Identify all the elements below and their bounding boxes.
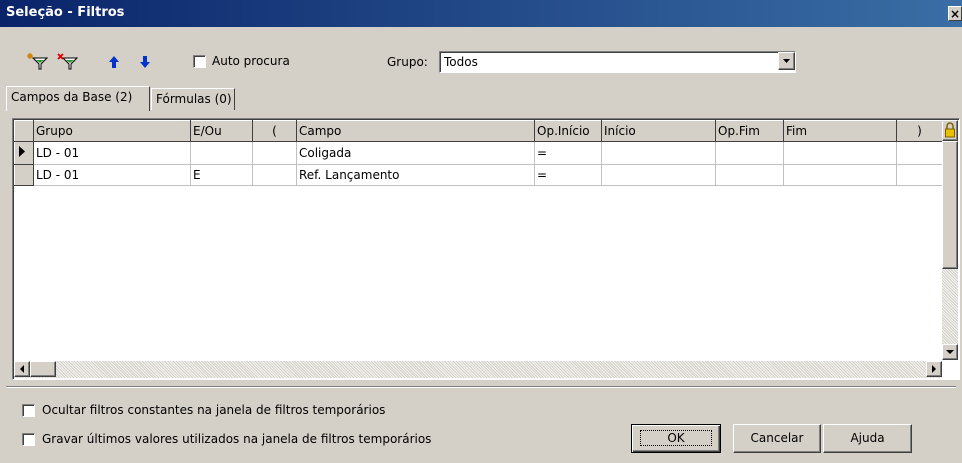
arrow-down-icon	[946, 350, 954, 354]
column-header-op-fim[interactable]: Op.Fim	[715, 120, 784, 142]
close-button[interactable]: ×	[948, 6, 962, 21]
arrow-right-icon	[932, 365, 936, 373]
column-header-fim[interactable]: Fim	[783, 120, 897, 142]
auto-search-checkbox[interactable]	[193, 55, 206, 68]
cell-close-paren[interactable]	[896, 164, 943, 186]
cell-campo[interactable]: Coligada	[296, 141, 535, 165]
cell-op-fim[interactable]	[715, 141, 784, 165]
scroll-down-button[interactable]	[942, 344, 958, 360]
cell-op-inicio[interactable]: =	[534, 141, 602, 165]
tab-campos-da-base[interactable]: Campos da Base (2)	[6, 86, 150, 111]
current-row-pointer-icon	[19, 146, 25, 157]
cell-inicio[interactable]	[601, 164, 716, 186]
cell-fim[interactable]	[783, 164, 897, 186]
arrow-left-icon	[20, 365, 24, 373]
lock-button[interactable]	[942, 120, 958, 141]
cell-op-inicio[interactable]: =	[534, 164, 602, 186]
filters-table: Grupo E/Ou ( Campo Op.Início Início Op.F…	[14, 120, 943, 186]
hide-constant-filters-label: Ocultar filtros constantes na janela de …	[42, 403, 386, 417]
column-header-e-ou[interactable]: E/Ou	[190, 120, 253, 142]
table-row[interactable]: LD - 01 E Ref. Lançamento =	[14, 164, 943, 186]
cell-e-ou[interactable]	[190, 141, 253, 165]
save-last-values-checkbox[interactable]	[22, 433, 35, 446]
group-label: Grupo:	[387, 55, 428, 69]
save-last-values-label: Gravar últimos valores utilizados na jan…	[42, 432, 432, 446]
filters-grid: Grupo E/Ou ( Campo Op.Início Início Op.F…	[12, 118, 960, 380]
vertical-scroll-thumb[interactable]	[942, 141, 958, 269]
group-select[interactable]: Todos	[439, 51, 796, 73]
cell-inicio[interactable]	[601, 141, 716, 165]
column-header-inicio[interactable]: Início	[601, 120, 716, 142]
horizontal-scrollbar[interactable]	[14, 361, 942, 378]
scroll-right-button[interactable]	[926, 361, 942, 377]
chevron-down-icon	[783, 59, 790, 63]
row-indicator[interactable]	[14, 164, 34, 186]
group-select-dropdown-button[interactable]	[778, 52, 795, 70]
column-header-close-paren[interactable]: )	[896, 120, 943, 142]
help-button[interactable]: Ajuda	[823, 424, 912, 453]
cancel-button[interactable]: Cancelar	[733, 424, 821, 453]
hide-constant-filters-checkbox[interactable]	[22, 404, 35, 417]
cell-open-paren[interactable]	[252, 164, 297, 186]
column-header-grupo[interactable]: Grupo	[33, 120, 191, 142]
move-up-icon[interactable]	[108, 55, 120, 69]
column-header-campo[interactable]: Campo	[296, 120, 535, 142]
column-header-op-inicio[interactable]: Op.Início	[534, 120, 602, 142]
tab-formulas[interactable]: Fórmulas (0)	[151, 88, 235, 110]
cell-grupo[interactable]: LD - 01	[33, 141, 191, 165]
column-header-open-paren[interactable]: (	[252, 120, 297, 142]
move-down-icon[interactable]	[139, 55, 151, 69]
window-title: Seleção - Filtros	[6, 5, 125, 20]
auto-search-label: Auto procura	[212, 54, 290, 68]
separator	[6, 386, 956, 388]
cell-e-ou[interactable]: E	[190, 164, 253, 186]
cell-grupo[interactable]: LD - 01	[33, 164, 191, 186]
cell-campo[interactable]: Ref. Lançamento	[296, 164, 535, 186]
ok-button[interactable]: OK	[631, 424, 721, 453]
table-row[interactable]: LD - 01 Coligada =	[14, 141, 943, 165]
row-indicator-header	[14, 120, 34, 142]
title-bar: Seleção - Filtros ×	[0, 0, 962, 27]
group-select-value: Todos	[444, 55, 478, 69]
add-filter-icon[interactable]	[27, 53, 49, 71]
remove-filter-icon[interactable]	[57, 53, 79, 71]
vertical-scrollbar[interactable]	[942, 120, 958, 360]
cell-open-paren[interactable]	[252, 141, 297, 165]
lock-icon	[945, 122, 955, 138]
cell-close-paren[interactable]	[896, 141, 943, 165]
table-header-row: Grupo E/Ou ( Campo Op.Início Início Op.F…	[14, 120, 943, 142]
cell-fim[interactable]	[783, 141, 897, 165]
horizontal-scroll-thumb[interactable]	[30, 361, 56, 377]
cell-op-fim[interactable]	[715, 164, 784, 186]
ok-button-label: OK	[640, 430, 712, 446]
scroll-left-button[interactable]	[14, 361, 30, 377]
row-indicator[interactable]	[14, 141, 34, 165]
